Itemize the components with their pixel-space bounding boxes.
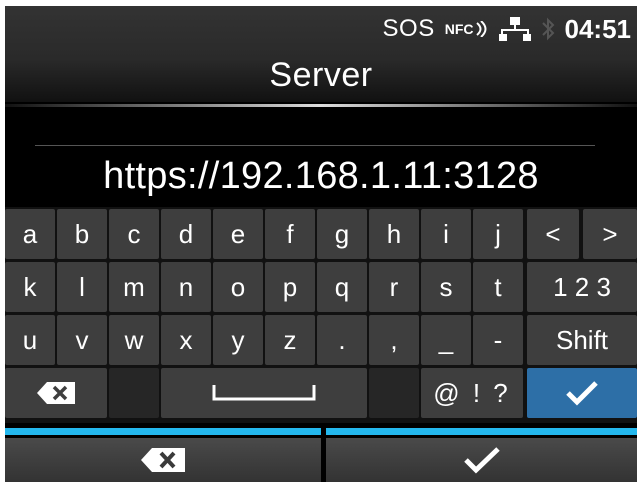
accent-line — [5, 428, 321, 435]
nfc-label: NFC — [444, 21, 474, 37]
key-z[interactable]: z — [265, 315, 315, 365]
key-x[interactable]: x — [161, 315, 211, 365]
key-k[interactable]: k — [5, 262, 55, 312]
key-j[interactable]: j — [473, 209, 523, 259]
key-g[interactable]: g — [317, 209, 367, 259]
key-c[interactable]: c — [109, 209, 159, 259]
key-h[interactable]: h — [369, 209, 419, 259]
symbols-key[interactable]: @ ! ? — [421, 368, 523, 418]
key-l[interactable]: l — [57, 262, 107, 312]
status-bar: SOS NFC 04:51 — [383, 14, 631, 44]
backspace-icon — [141, 448, 185, 472]
checkmark-icon — [463, 447, 500, 474]
key-m[interactable]: m — [109, 262, 159, 312]
cursor-right-key[interactable]: > — [583, 209, 637, 259]
key-e[interactable]: e — [213, 209, 263, 259]
accent-line — [326, 428, 637, 435]
value-underline — [35, 145, 595, 146]
key-y[interactable]: y — [213, 315, 263, 365]
key-p[interactable]: p — [265, 262, 315, 312]
key-o[interactable]: o — [213, 262, 263, 312]
key-a[interactable]: a — [5, 209, 55, 259]
value-field[interactable]: https://192.168.1.11:3128 — [5, 107, 637, 207]
clock: 04:51 — [564, 13, 632, 44]
key-v[interactable]: v — [57, 315, 107, 365]
on-screen-keyboard: a b c d e f g h i j < > k l m n o p q r … — [5, 207, 637, 423]
page-title: Server — [269, 56, 373, 94]
key-period[interactable]: . — [317, 315, 367, 365]
key-n[interactable]: n — [161, 262, 211, 312]
checkmark-icon — [566, 381, 598, 406]
bluetooth-icon — [541, 17, 555, 41]
backspace-soft-key[interactable] — [5, 438, 321, 482]
key-w[interactable]: w — [109, 315, 159, 365]
space-icon — [212, 385, 316, 401]
key-i[interactable]: i — [421, 209, 471, 259]
backspace-key[interactable] — [5, 368, 107, 418]
server-url-value: https://192.168.1.11:3128 — [103, 155, 539, 197]
soft-key-bar — [5, 424, 637, 482]
key-b[interactable]: b — [57, 209, 107, 259]
enter-key[interactable] — [527, 368, 637, 418]
network-icon — [498, 16, 531, 42]
key-u[interactable]: u — [5, 315, 55, 365]
sos-indicator: SOS — [382, 15, 435, 42]
key-hyphen[interactable]: - — [473, 315, 523, 365]
blank-key — [109, 368, 159, 418]
space-key[interactable] — [161, 368, 367, 418]
key-t[interactable]: t — [473, 262, 523, 312]
cursor-left-key[interactable]: < — [527, 209, 579, 259]
key-d[interactable]: d — [161, 209, 211, 259]
ok-soft-key[interactable] — [326, 438, 637, 482]
shift-key[interactable]: Shift — [527, 315, 637, 365]
key-q[interactable]: q — [317, 262, 367, 312]
key-r[interactable]: r — [369, 262, 419, 312]
numeric-mode-key[interactable]: 1 2 3 — [527, 262, 637, 312]
nfc-icon: NFC — [445, 21, 489, 37]
printer-screen: SOS NFC 04:51 Server https://192.168.1.1… — [5, 6, 637, 482]
key-underscore[interactable]: _ — [421, 315, 471, 365]
key-comma[interactable]: , — [369, 315, 419, 365]
key-f[interactable]: f — [265, 209, 315, 259]
backspace-icon — [37, 382, 75, 404]
key-s[interactable]: s — [421, 262, 471, 312]
header: SOS NFC 04:51 Server — [5, 6, 637, 102]
blank-key — [369, 368, 419, 418]
